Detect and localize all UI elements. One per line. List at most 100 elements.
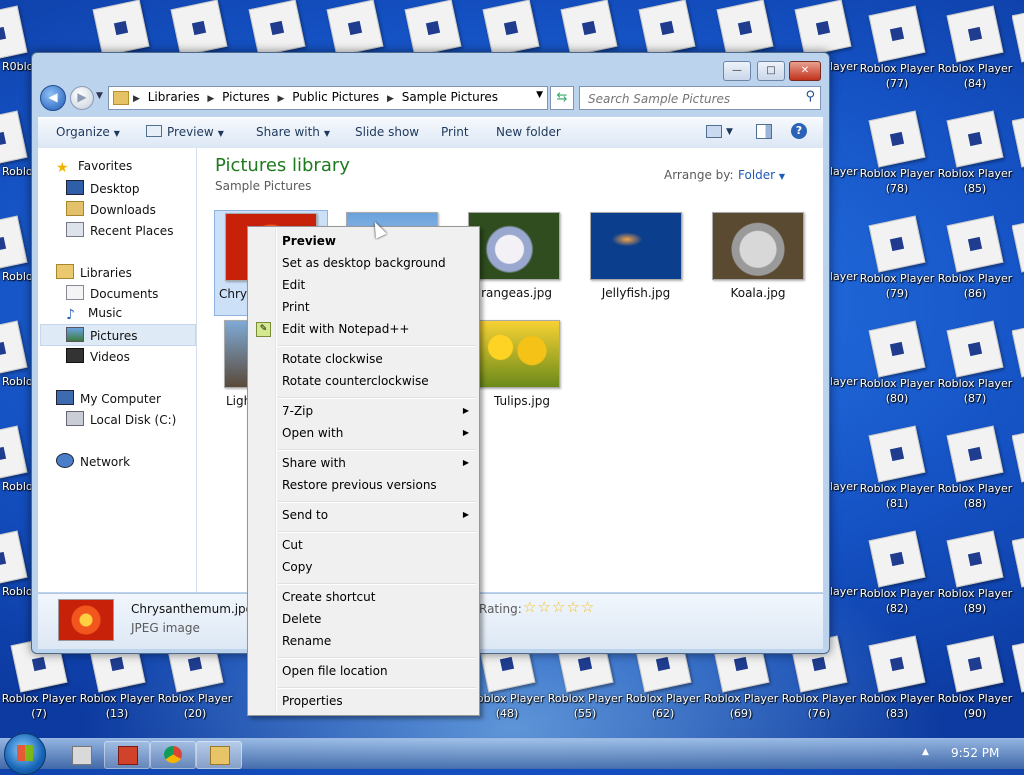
menu-item-copy[interactable]: Copy (282, 560, 312, 574)
desktop-icon-roblox[interactable]: Roblox Player (83) (858, 634, 936, 734)
menu-item-properties[interactable]: Properties (282, 694, 343, 708)
nav-recent-places[interactable]: Recent Places (66, 222, 173, 238)
menu-separator (278, 449, 476, 451)
menu-item-open-file-location[interactable]: Open file location (282, 664, 388, 678)
menu-item-set-as-desktop-background[interactable]: Set as desktop background (282, 256, 446, 270)
desktop-icon-roblox[interactable]: Roblox Player (78) (858, 109, 936, 209)
file-thumbnail-jellyfish[interactable]: Jellyfish.jpg (580, 212, 692, 300)
desktop-icon-roblox[interactable]: Roblox Player (86) (936, 214, 1014, 314)
menu-item-7zip[interactable]: 7-Zip (282, 404, 313, 418)
menu-item-edit-with-notepad-plus-plus[interactable]: Edit with Notepad++ (282, 322, 409, 336)
rating-stars[interactable]: ☆☆☆☆☆ (523, 598, 595, 616)
back-button[interactable]: ◀ (40, 85, 66, 111)
desktop-icon-roblox[interactable] (1012, 4, 1024, 104)
roblox-icon (0, 215, 28, 273)
menu-item-cut[interactable]: Cut (282, 538, 303, 552)
roblox-icon (946, 215, 1004, 273)
menu-item-preview[interactable]: Preview (282, 234, 336, 248)
preview-button[interactable]: Preview ▼ (146, 125, 224, 139)
share-with-button[interactable]: Share with ▼ (256, 125, 330, 139)
menu-item-print[interactable]: Print (282, 300, 310, 314)
refresh-button[interactable]: ⇆ (550, 86, 574, 110)
breadcrumb-libraries[interactable]: Libraries (148, 90, 200, 104)
desktop-icon-roblox[interactable]: Roblox Player (82) (858, 529, 936, 629)
chevron-down-icon: ▼ (113, 129, 120, 138)
nav-favorites[interactable]: ★ Favorites (56, 159, 132, 176)
address-dropdown-icon[interactable]: ▼ (536, 90, 543, 100)
breadcrumb-public-pictures[interactable]: Public Pictures (292, 90, 379, 104)
desktop-icon-roblox[interactable]: Roblox Player (87) (936, 319, 1014, 419)
desktop-icon-roblox[interactable]: Roblox Player (77) (858, 4, 936, 104)
arrange-by-dropdown[interactable]: Folder ▼ (738, 168, 785, 182)
nav-my-computer[interactable]: My Computer (56, 390, 161, 406)
breadcrumb-separator-icon: ▶ (386, 94, 394, 104)
preview-pane-toggle-icon[interactable] (756, 124, 772, 139)
breadcrumb-sample-pictures[interactable]: Sample Pictures (402, 90, 498, 104)
slide-show-button[interactable]: Slide show (355, 125, 419, 139)
forward-button[interactable]: ▶ (70, 86, 94, 110)
roblox-icon (0, 110, 28, 168)
desktop-icon-roblox[interactable] (1012, 634, 1024, 734)
menu-item-create-shortcut[interactable]: Create shortcut (282, 590, 375, 604)
roblox-icon (868, 425, 926, 483)
clock[interactable]: 9:52 PM (951, 746, 999, 760)
nav-music[interactable]: ♪ Music (66, 306, 122, 323)
menu-item-open-with[interactable]: Open with (282, 426, 343, 440)
menu-item-delete[interactable]: Delete (282, 612, 321, 626)
file-thumbnail-koala[interactable]: Koala.jpg (702, 212, 814, 300)
new-folder-button[interactable]: New folder (496, 125, 561, 139)
desktop-icon-roblox[interactable] (1012, 319, 1024, 419)
downloads-folder-icon (66, 201, 84, 216)
change-view-icon[interactable] (706, 125, 722, 138)
help-icon[interactable]: ? (791, 123, 807, 139)
nav-downloads[interactable]: Downloads (66, 201, 156, 217)
search-icon[interactable]: ⚲ (805, 89, 815, 104)
minimize-button[interactable]: — (723, 61, 751, 81)
print-button[interactable]: Print (441, 125, 469, 139)
desktop-icon-roblox[interactable]: Roblox Player (90) (936, 634, 1014, 734)
menu-item-rename[interactable]: Rename (282, 634, 331, 648)
menu-separator (278, 531, 476, 533)
start-button[interactable] (4, 733, 46, 775)
taskbar-powerpoint[interactable] (104, 741, 150, 769)
desktop-icon-roblox[interactable] (1012, 214, 1024, 314)
menu-item-edit[interactable]: Edit (282, 278, 305, 292)
desktop-icon-roblox[interactable] (1012, 109, 1024, 209)
address-bar[interactable]: ▶ Libraries ▶ Pictures ▶ Public Pictures… (108, 86, 548, 110)
menu-item-rotate-counterclockwise[interactable]: Rotate counterclockwise (282, 374, 429, 388)
context-menu: ✎ Preview Set as desktop background Edit… (247, 226, 480, 716)
desktop-icon-roblox[interactable] (1012, 529, 1024, 629)
menu-item-rotate-clockwise[interactable]: Rotate clockwise (282, 352, 383, 366)
organize-button[interactable]: Organize ▼ (56, 125, 120, 139)
menu-item-share-with[interactable]: Share with (282, 456, 346, 470)
menu-item-send-to[interactable]: Send to (282, 508, 328, 522)
show-hidden-icons-button[interactable]: ▲ (922, 747, 929, 757)
view-options-dropdown[interactable]: ▼ (726, 127, 733, 137)
recent-pages-dropdown[interactable]: ▼ (96, 91, 103, 101)
nav-documents[interactable]: Documents (66, 285, 158, 301)
roblox-icon (868, 215, 926, 273)
desktop-icon-roblox[interactable]: Roblox Player (89) (936, 529, 1014, 629)
nav-network[interactable]: Network (56, 453, 130, 469)
breadcrumb-pictures[interactable]: Pictures (222, 90, 270, 104)
desktop-icon-roblox[interactable]: Roblox Player (88) (936, 424, 1014, 524)
close-button[interactable]: ✕ (789, 61, 821, 81)
nav-desktop[interactable]: Desktop (66, 180, 140, 196)
desktop-icon-roblox[interactable]: Roblox Player (79) (858, 214, 936, 314)
taskbar-windows-explorer[interactable] (196, 741, 242, 769)
roblox-icon (404, 0, 462, 57)
maximize-button[interactable]: □ (757, 61, 785, 81)
taskbar-show-desktop[interactable] (58, 741, 104, 769)
desktop-icon-roblox[interactable]: Roblox Player (84) (936, 4, 1014, 104)
desktop-icon-roblox[interactable]: Roblox Player (85) (936, 109, 1014, 209)
nav-local-disk[interactable]: Local Disk (C:) (66, 411, 176, 427)
nav-libraries[interactable]: Libraries (56, 264, 132, 280)
nav-pictures[interactable]: Pictures (66, 327, 138, 343)
nav-videos[interactable]: Videos (66, 348, 130, 364)
desktop-icon-roblox[interactable]: Roblox Player (81) (858, 424, 936, 524)
taskbar-chrome[interactable] (150, 741, 196, 769)
desktop-icon-roblox[interactable]: Roblox Player (80) (858, 319, 936, 419)
search-input[interactable] (586, 89, 800, 109)
desktop-icon-roblox[interactable] (1012, 424, 1024, 524)
menu-item-restore-previous-versions[interactable]: Restore previous versions (282, 478, 437, 492)
